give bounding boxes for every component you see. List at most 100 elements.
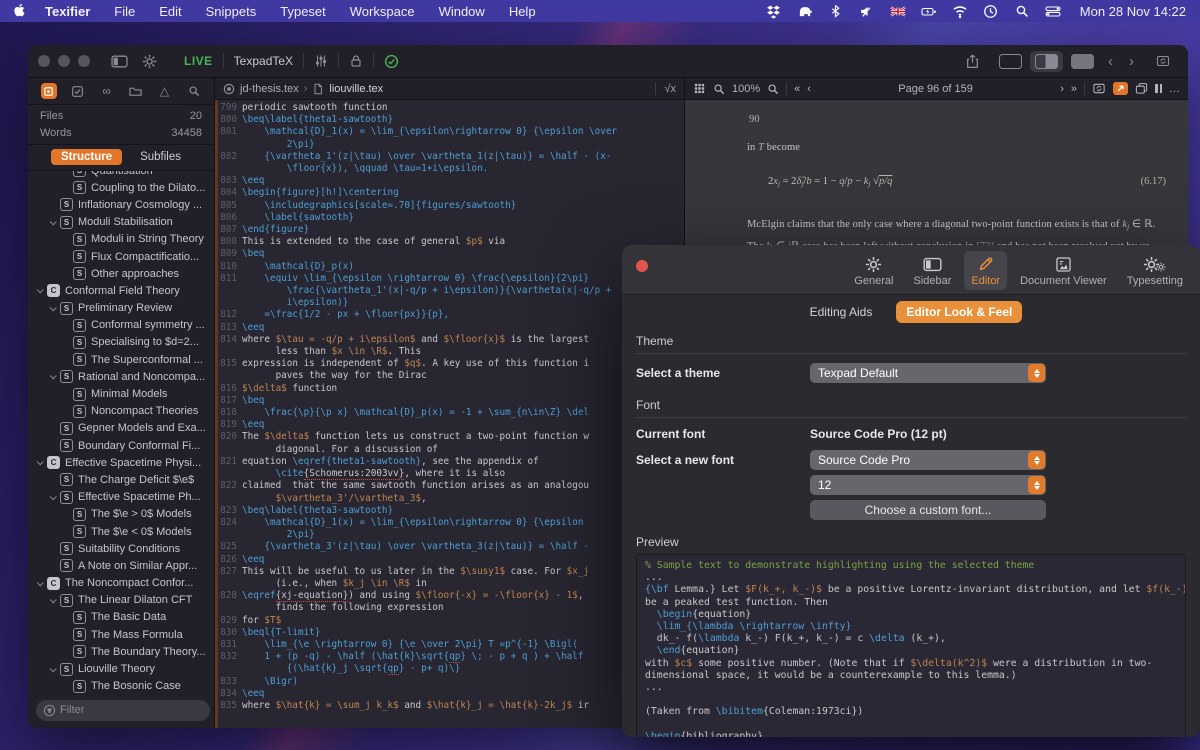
code-line[interactable]: 803 \eeq (215, 175, 684, 187)
page-indicator[interactable]: Page 96 of 159 (818, 83, 1053, 95)
tree-item[interactable]: S Flux Compactificatio... (28, 248, 214, 265)
chevron-down-icon[interactable] (34, 458, 45, 466)
sync-view-icon[interactable] (1092, 82, 1106, 95)
layout-full-button[interactable] (1071, 53, 1094, 69)
menu-item-help[interactable]: Help (509, 4, 536, 19)
layout-split-button[interactable] (1030, 50, 1063, 72)
code-line[interactable]: 817 \beq (215, 395, 684, 407)
close-button[interactable] (38, 55, 50, 67)
typeset-options-sliders-icon[interactable] (314, 54, 328, 68)
typeset-success-check-icon[interactable] (384, 54, 399, 69)
filter-input[interactable] (36, 699, 210, 721)
chevron-down-icon[interactable] (47, 492, 58, 500)
code-line[interactable]: (i.e., when $k_j \in \R$ in (215, 578, 684, 590)
last-page-button[interactable]: » (1071, 83, 1077, 95)
font-size-select[interactable]: 12 (810, 475, 1046, 495)
volume-muted-icon[interactable] (859, 3, 875, 19)
todo-checkbox-icon[interactable] (70, 83, 86, 99)
dropbox-icon[interactable] (766, 3, 782, 19)
first-page-button[interactable]: « (794, 83, 800, 95)
menu-item-window[interactable]: Window (439, 4, 485, 19)
tree-item[interactable]: S Gepner Models and Exa... (28, 420, 214, 437)
tab-subfiles[interactable]: Subfiles (130, 149, 191, 165)
structure-view-icon[interactable] (40, 83, 57, 99)
code-line[interactable]: 812 =\frac{1/2 - px + \floor{px}}{p}, (215, 309, 684, 321)
tree-item[interactable]: S Rational and Noncompa... (28, 368, 214, 385)
code-line[interactable]: 2\pi} (215, 529, 684, 541)
more-options-icon[interactable]: … (1169, 83, 1180, 95)
tree-item[interactable]: S The $\e < 0$ Models (28, 523, 214, 540)
code-line[interactable]: 809 \beq (215, 248, 684, 260)
project-settings-gear-icon[interactable] (142, 54, 157, 69)
code-line[interactable]: $\vartheta_3'/\vartheta_3$, (215, 493, 684, 505)
elephant-icon[interactable] (797, 3, 813, 19)
code-line[interactable]: 816 $\delta$ function (215, 383, 684, 395)
menu-item-snippets[interactable]: Snippets (206, 4, 257, 19)
code-line[interactable]: 832 1 + (p -q) - \half (\hat{k}\sqrt{qp}… (215, 651, 684, 664)
tab-typesetting[interactable]: Typesetting (1120, 251, 1190, 290)
code-line[interactable]: 814 where $\tau = -q/p + i\epsilon$ and $… (215, 334, 684, 346)
breadcrumb-project[interactable]: jd-thesis.tex (240, 83, 299, 95)
thumbnails-grid-icon[interactable] (693, 82, 706, 95)
code-line[interactable]: 818 \frac{\p}{\p x} \mathcal{D}_p(x) = -… (215, 407, 684, 419)
chevron-down-icon[interactable] (34, 286, 45, 294)
tree-item[interactable]: S The Mass Formula (28, 626, 214, 643)
previous-page-button[interactable]: ‹ (807, 83, 811, 95)
tree-item[interactable]: S The Basic Data (28, 609, 214, 626)
tab-sidebar[interactable]: Sidebar (906, 251, 958, 290)
tree-item[interactable]: S Quantisation (28, 171, 214, 179)
tree-item[interactable]: S Effective Spacetime Ph... (28, 489, 214, 506)
chevron-down-icon[interactable] (34, 578, 45, 586)
code-line[interactable]: 815 expression is independent of $q$. A k… (215, 358, 684, 370)
tree-item[interactable]: S Noncompact Theories (28, 403, 214, 420)
typeset-engine-label[interactable]: TexpadTeX (234, 54, 293, 68)
code-line[interactable]: 811 \equiv \lim_{\epsilon \rightarrow 0}… (215, 273, 684, 285)
battery-charging-icon[interactable] (921, 3, 937, 19)
tree-item[interactable]: S Moduli Stabilisation (28, 214, 214, 231)
live-typeset-label[interactable]: LIVE (184, 54, 213, 68)
next-page-button[interactable]: › (1060, 83, 1064, 95)
files-folder-icon[interactable] (128, 83, 144, 99)
code-line[interactable]: \frac{\vartheta_1'(x|-q/p + i\epsilon)}{… (215, 285, 684, 297)
tree-item[interactable]: S The $\e > 0$ Models (28, 506, 214, 523)
menu-item-edit[interactable]: Edit (159, 4, 181, 19)
tree-item[interactable]: S Specialising to $d=2... (28, 334, 214, 351)
detach-window-icon[interactable] (1155, 54, 1171, 68)
wifi-icon[interactable] (952, 3, 968, 19)
tree-item[interactable]: S The Charge Deficit $\e$ (28, 471, 214, 488)
chevron-down-icon[interactable] (47, 303, 58, 311)
code-line[interactable]: 805 \includegraphics[scale=.70]{figures/… (215, 200, 684, 212)
spotlight-icon[interactable] (1014, 3, 1030, 19)
tree-item[interactable]: S Coupling to the Dilato... (28, 179, 214, 196)
layout-single-button[interactable] (999, 53, 1022, 69)
toggle-sidebar-icon[interactable] (111, 54, 128, 69)
minimize-button[interactable] (58, 55, 70, 67)
zoom-out-icon[interactable] (713, 83, 725, 95)
code-line[interactable]: {(\hat{k}_j \sqrt{qp} - p+ q)\} (215, 663, 684, 676)
code-line[interactable]: 827 This will be useful to us later in th… (215, 566, 684, 578)
breadcrumb-file[interactable]: liouville.tex (329, 83, 383, 95)
code-line[interactable]: 825 {\vartheta_3'(z|\tau) \over \varthet… (215, 541, 684, 553)
code-line[interactable]: 823 \beq\label{theta3-sawtooth} (215, 505, 684, 517)
code-line[interactable]: 835 where $\hat{k} = \sum_j k_k$ and $\ha… (215, 700, 684, 712)
zoom-in-icon[interactable] (767, 83, 779, 95)
segment-editing-aids[interactable]: Editing Aids (800, 301, 883, 323)
tab-document-viewer[interactable]: Document Viewer (1013, 251, 1114, 290)
menu-item-file[interactable]: File (114, 4, 135, 19)
control-center-icon[interactable] (1045, 3, 1061, 19)
stacked-windows-icon[interactable] (1135, 82, 1148, 95)
tree-item[interactable]: C Conformal Field Theory (28, 282, 214, 299)
code-line[interactable]: 806 \label{sawtooth} (215, 212, 684, 224)
choose-custom-font-button[interactable]: Choose a custom font... (810, 500, 1046, 520)
zoom-button[interactable] (78, 55, 90, 67)
code-line[interactable]: 800 \beq\label{theta1-sawtooth} (215, 114, 684, 126)
tab-general[interactable]: General (847, 251, 900, 290)
time-machine-icon[interactable] (983, 3, 999, 19)
tree-item[interactable]: S The Bosonic Case (28, 678, 214, 695)
code-line[interactable]: 833 \Bigr) (215, 676, 684, 688)
tree-item[interactable]: S Other approaches (28, 265, 214, 282)
apple-menu-icon[interactable] (14, 3, 27, 19)
code-line[interactable]: 828 \eqref{xj-equation}) and using $\floo… (215, 590, 684, 603)
jump-to-source-icon[interactable] (1113, 82, 1128, 95)
font-family-select[interactable]: Source Code Pro (810, 450, 1046, 470)
